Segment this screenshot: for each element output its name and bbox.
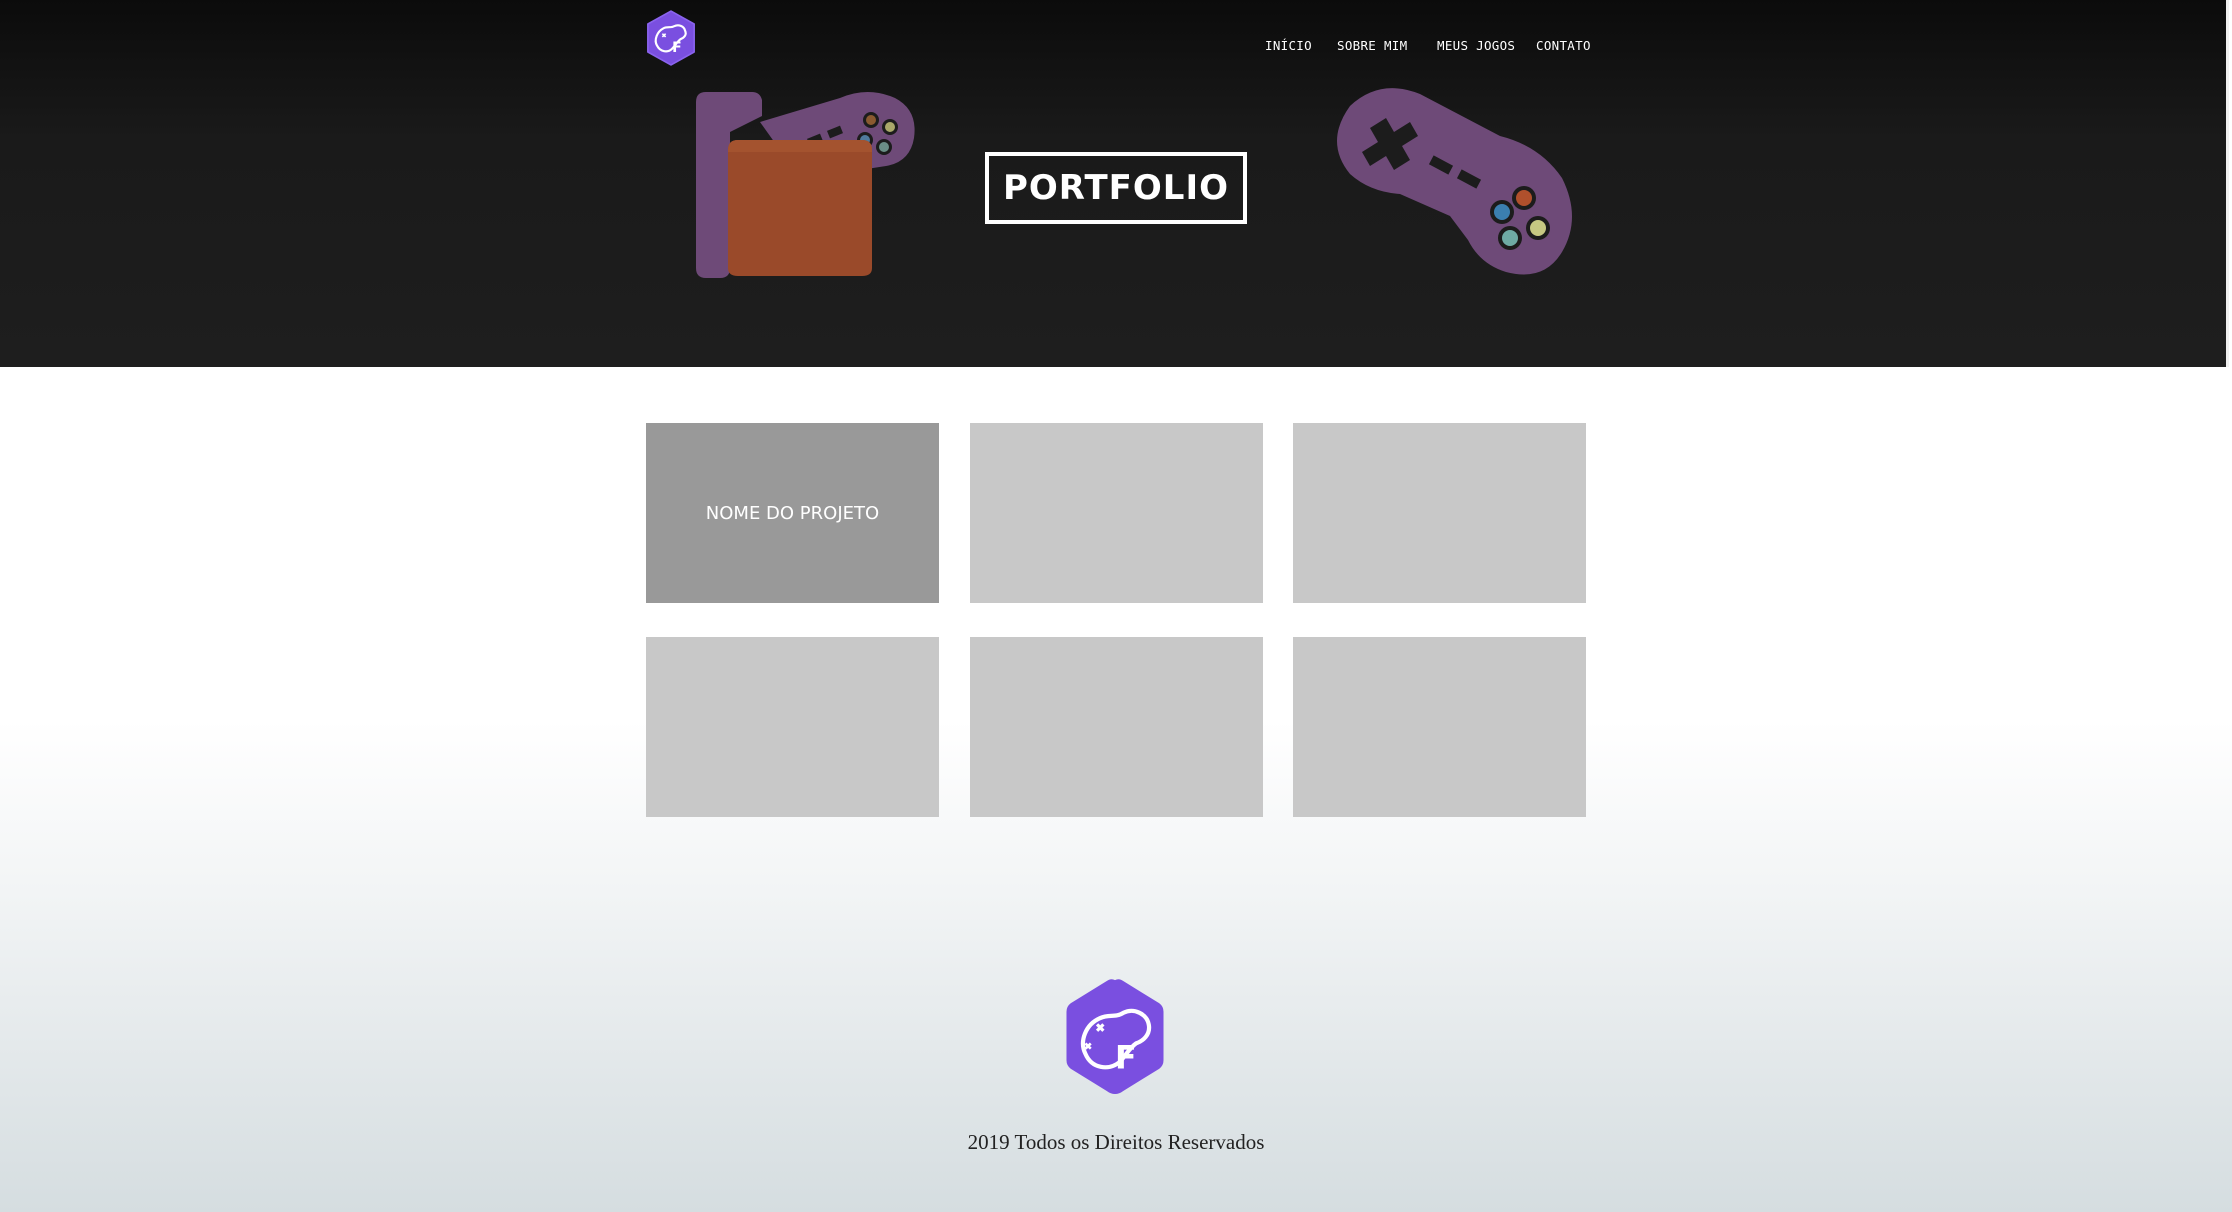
folder-controller-icon xyxy=(696,92,915,278)
gamepad-f-hex-logo-icon: F xyxy=(1066,979,1164,1094)
copyright-text: 2019 Todos os Direitos Reservados xyxy=(967,1130,1265,1154)
page-scrollbar-edge xyxy=(2226,0,2229,367)
nav-link-sobre-mim[interactable]: SOBRE MIM xyxy=(1337,38,1407,58)
gamepad-f-hex-logo-icon[interactable]: F xyxy=(644,10,698,66)
project-card[interactable] xyxy=(1293,423,1586,603)
svg-text:F: F xyxy=(1115,1041,1137,1077)
project-card[interactable] xyxy=(646,637,939,817)
svg-text:F: F xyxy=(672,40,682,56)
page-title: PORTFOLIO xyxy=(1002,168,1229,208)
hero-header: F INÍCIO SOBRE MIM MEUS JOGOS CONTATO PO… xyxy=(0,0,2229,367)
game-controller-icon xyxy=(1337,88,1572,275)
nav-link-contato[interactable]: CONTATO xyxy=(1536,38,1591,58)
project-card[interactable] xyxy=(970,637,1263,817)
project-card[interactable]: NOME DO PROJETO xyxy=(646,423,939,603)
project-card[interactable] xyxy=(1293,637,1586,817)
nav-link-meus-jogos[interactable]: MEUS JOGOS xyxy=(1437,38,1515,58)
project-card-label: NOME DO PROJETO xyxy=(705,502,880,524)
project-card[interactable] xyxy=(970,423,1263,603)
portfolio-title-box: PORTFOLIO xyxy=(985,152,1247,224)
nav-link-inicio[interactable]: INÍCIO xyxy=(1265,38,1312,58)
